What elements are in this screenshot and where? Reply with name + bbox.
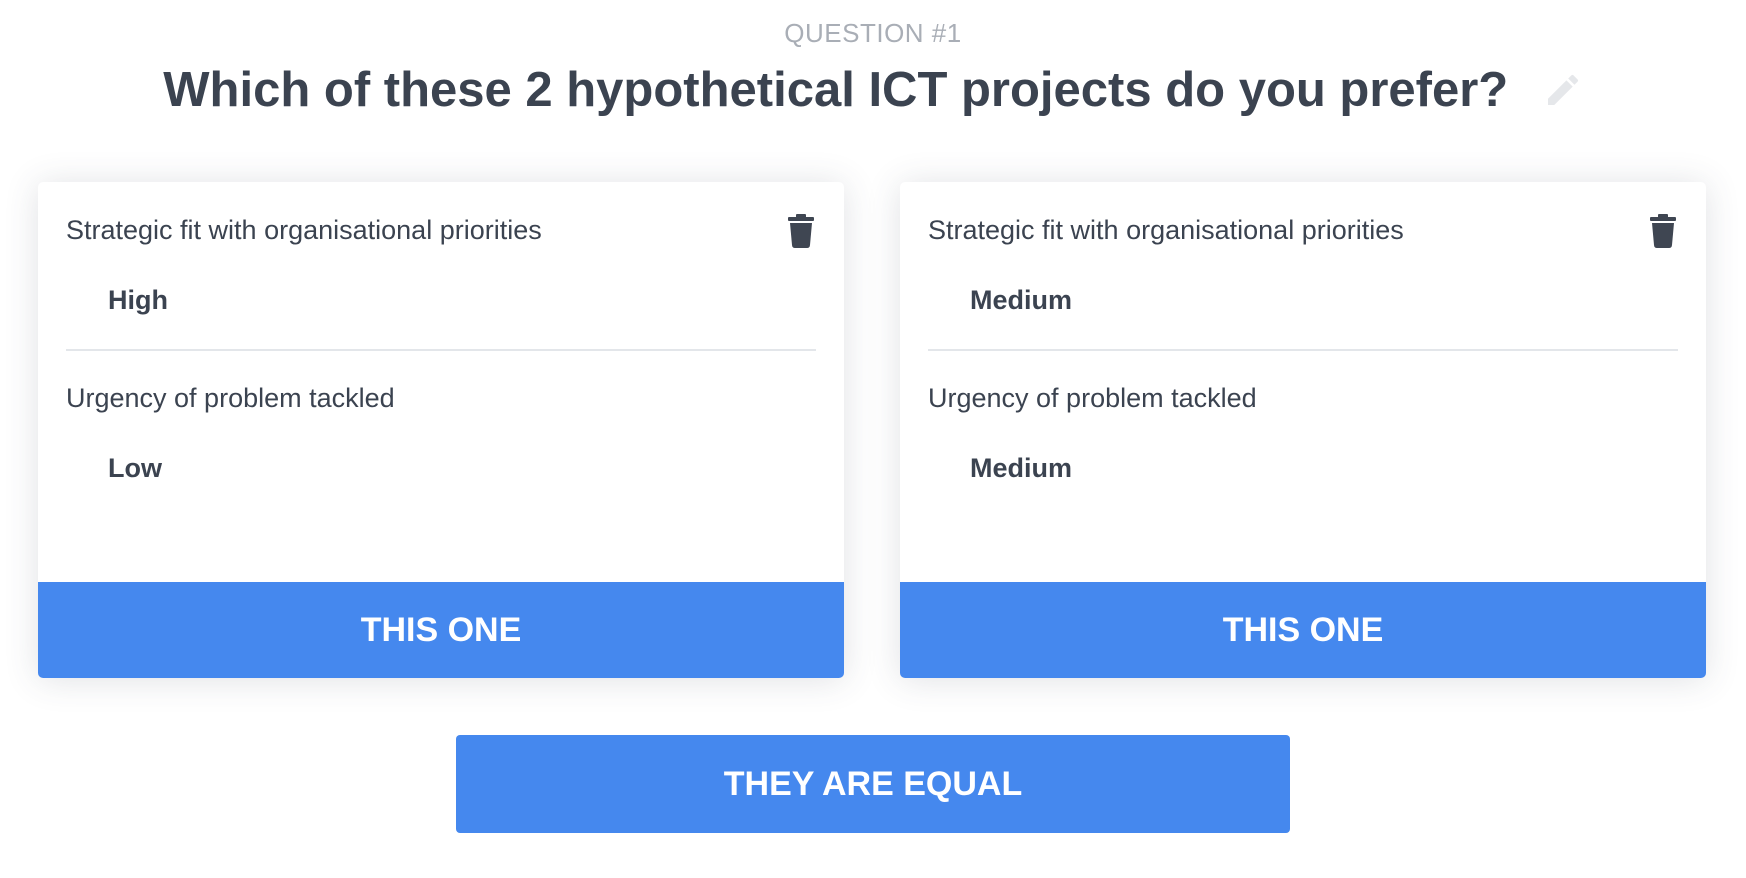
question-title: Which of these 2 hypothetical ICT projec… <box>163 63 1509 117</box>
option-card-1: Strategic fit with organisational priori… <box>38 182 844 678</box>
divider <box>928 349 1678 351</box>
criterion-label: Urgency of problem tackled <box>928 383 1257 413</box>
question-number: QUESTION #1 <box>784 18 962 48</box>
divider <box>66 349 816 351</box>
criterion-strategic-fit: Strategic fit with organisational priori… <box>928 214 1678 316</box>
criterion-value: Low <box>108 453 162 483</box>
trash-icon[interactable] <box>788 214 814 248</box>
criterion-urgency: Urgency of problem tackled Medium <box>928 382 1678 484</box>
this-one-button-2[interactable]: THIS ONE <box>900 582 1706 678</box>
trash-icon[interactable] <box>1650 214 1676 248</box>
criterion-label: Strategic fit with organisational priori… <box>928 215 1404 245</box>
criterion-label: Urgency of problem tackled <box>66 383 395 413</box>
criterion-value: High <box>108 285 168 315</box>
they-are-equal-button[interactable]: THEY ARE EQUAL <box>456 735 1290 833</box>
criterion-strategic-fit: Strategic fit with organisational priori… <box>66 214 816 316</box>
question-header: Which of these 2 hypothetical ICT projec… <box>0 62 1746 118</box>
criterion-value: Medium <box>970 285 1073 315</box>
this-one-button-1[interactable]: THIS ONE <box>38 582 844 678</box>
question-page: QUESTION #1 Which of these 2 hypothetica… <box>0 0 1746 878</box>
pencil-icon[interactable] <box>1543 70 1583 110</box>
option-card-2: Strategic fit with organisational priori… <box>900 182 1706 678</box>
criterion-label: Strategic fit with organisational priori… <box>66 215 542 245</box>
criterion-value: Medium <box>970 453 1073 483</box>
criterion-urgency: Urgency of problem tackled Low <box>66 382 816 484</box>
